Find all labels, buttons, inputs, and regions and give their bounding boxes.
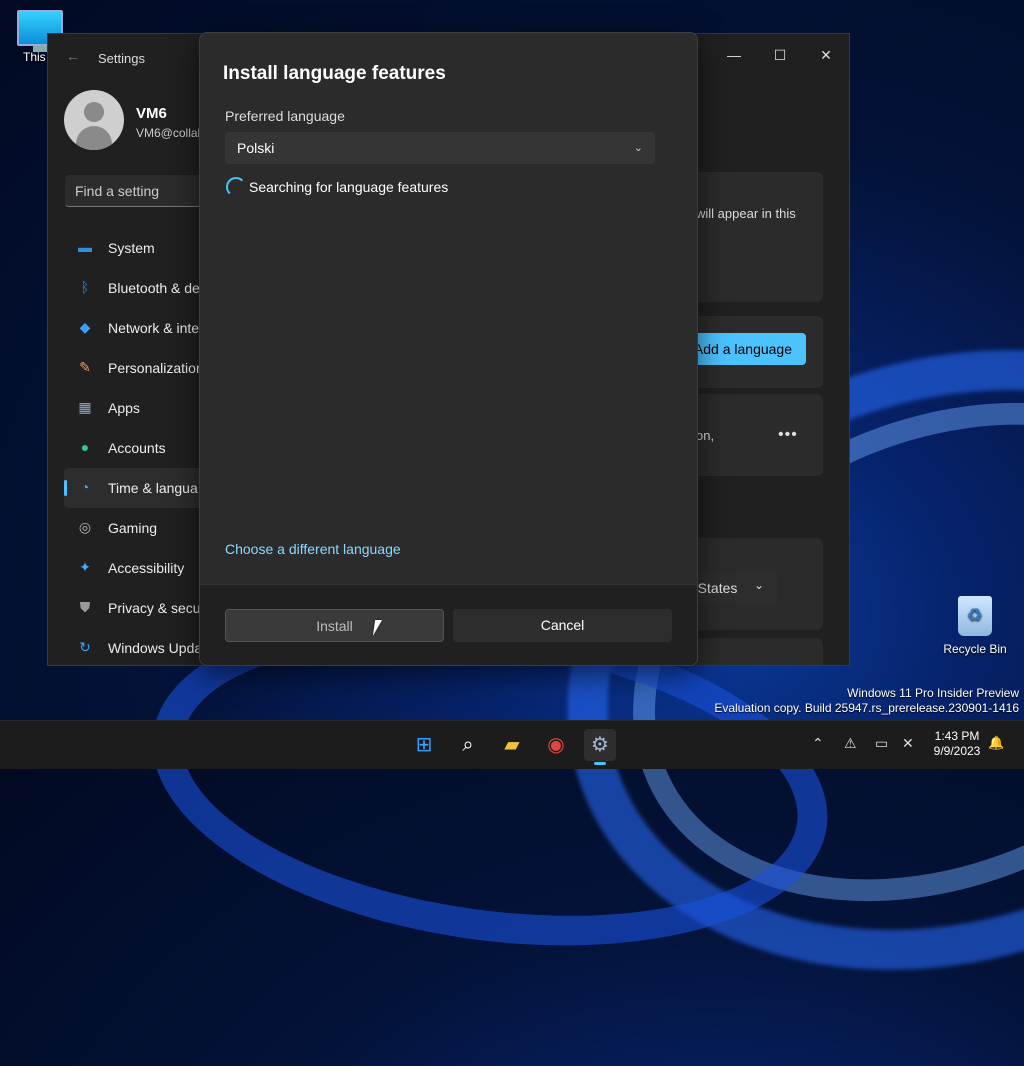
avatar (64, 90, 124, 150)
chrome-icon[interactable]: ◉ (540, 729, 572, 761)
user-profile[interactable]: VM6 VM6@collal (64, 90, 200, 150)
sidebar-item-label: Accessibility (108, 560, 185, 576)
clock-time: 1:43 PM (934, 729, 980, 743)
sidebar-item-label: Time & langua (108, 480, 198, 496)
language-item-card: on, (688, 394, 823, 476)
brush-icon: ✎ (79, 359, 91, 375)
sidebar-item-label: Accounts (108, 440, 166, 456)
wifi-icon: ◆ (79, 319, 91, 335)
bluetooth-icon: ᛒ (80, 279, 90, 295)
update-icon: ↻ (79, 639, 91, 655)
apps-icon: ▦ (78, 399, 92, 415)
network-icon[interactable]: ⚠ (844, 735, 857, 752)
sidebar-item-label: Bluetooth & de (108, 280, 200, 296)
back-arrow-icon[interactable]: ← (66, 48, 80, 64)
display-icon[interactable]: ▭ (875, 735, 888, 752)
install-button[interactable]: Install (225, 609, 444, 642)
recycle-bin-label: Recycle Bin (943, 642, 1007, 656)
person-icon: ● (80, 439, 90, 455)
card-description: will appear in this (696, 206, 796, 221)
choose-different-language-link[interactable]: Choose a different language (225, 541, 401, 557)
watermark-edition: Windows 11 Pro Insider Preview (847, 686, 1019, 700)
sidebar-item-label: System (108, 240, 155, 256)
maximize-button[interactable]: ☐ (757, 40, 803, 70)
search-status: Searching for language features (249, 179, 449, 195)
settings-icon[interactable]: ⚙ (584, 729, 616, 765)
taskbar: ⊞ ⌕ ▰ ◉ ⚙ ⌃ ⚠ ▭ ✕ 1:43 PM 9/9/2023 🔔 (0, 720, 1024, 769)
file-explorer-icon[interactable]: ▰ (496, 729, 528, 761)
sidebar-item-label: Apps (108, 400, 140, 416)
chevron-down-icon: ⌄ (753, 578, 764, 592)
chevron-down-icon: ⌄ (633, 142, 643, 154)
app-title: Settings (98, 51, 145, 66)
sidebar-item-label: Windows Upda (108, 640, 203, 656)
sidebar-item-label: Personalization (108, 360, 204, 376)
add-language-button[interactable]: Add a language (689, 333, 806, 365)
recycle-bin-icon (958, 596, 992, 636)
language-item-text: on, (696, 428, 715, 443)
search-input[interactable]: Find a setting (65, 175, 215, 207)
monitor-icon: ▬ (78, 239, 92, 255)
shield-icon: ⛊ (79, 599, 91, 615)
notification-bell-icon[interactable]: 🔔 (988, 735, 1004, 751)
settings-card (688, 638, 823, 665)
install-language-dialog: Install language features Preferred lang… (199, 32, 698, 666)
sidebar-item-label: Network & inte (108, 320, 200, 336)
dialog-title: Install language features (223, 63, 446, 84)
clock[interactable]: 1:43 PM 9/9/2023 (922, 729, 992, 759)
selected-language: Polski (237, 140, 275, 156)
language-card: will appear in this (688, 172, 823, 302)
sidebar-item-label: Gaming (108, 520, 158, 536)
close-button[interactable]: ✕ (803, 40, 849, 70)
preferred-language-label: Preferred language (225, 108, 345, 124)
gamepad-icon: ◎ (78, 519, 92, 535)
more-options-button[interactable]: ••• (778, 426, 798, 444)
recycle-bin-desktop-icon[interactable]: Recycle Bin (935, 596, 1015, 656)
watermark-build: Evaluation copy. Build 25947.rs_prerelea… (714, 701, 1019, 715)
sidebar-item-label: Privacy & secu (108, 600, 201, 616)
dialog-footer: Install Cancel (200, 584, 697, 665)
loading-spinner-icon (226, 177, 246, 197)
search-icon[interactable]: ⌕ (452, 729, 484, 761)
globe-clock-icon: ◔ (80, 479, 90, 495)
language-select[interactable]: Polski ⌄ (225, 132, 655, 164)
volume-muted-icon[interactable]: ✕ (902, 735, 914, 752)
cancel-button[interactable]: Cancel (453, 609, 672, 642)
show-hidden-icons-icon[interactable]: ⌃ (812, 735, 824, 752)
clock-date: 9/9/2023 (933, 744, 981, 758)
accessibility-icon: ✦ (79, 559, 91, 575)
minimize-button[interactable]: — (711, 40, 757, 70)
start-icon[interactable]: ⊞ (408, 729, 440, 761)
